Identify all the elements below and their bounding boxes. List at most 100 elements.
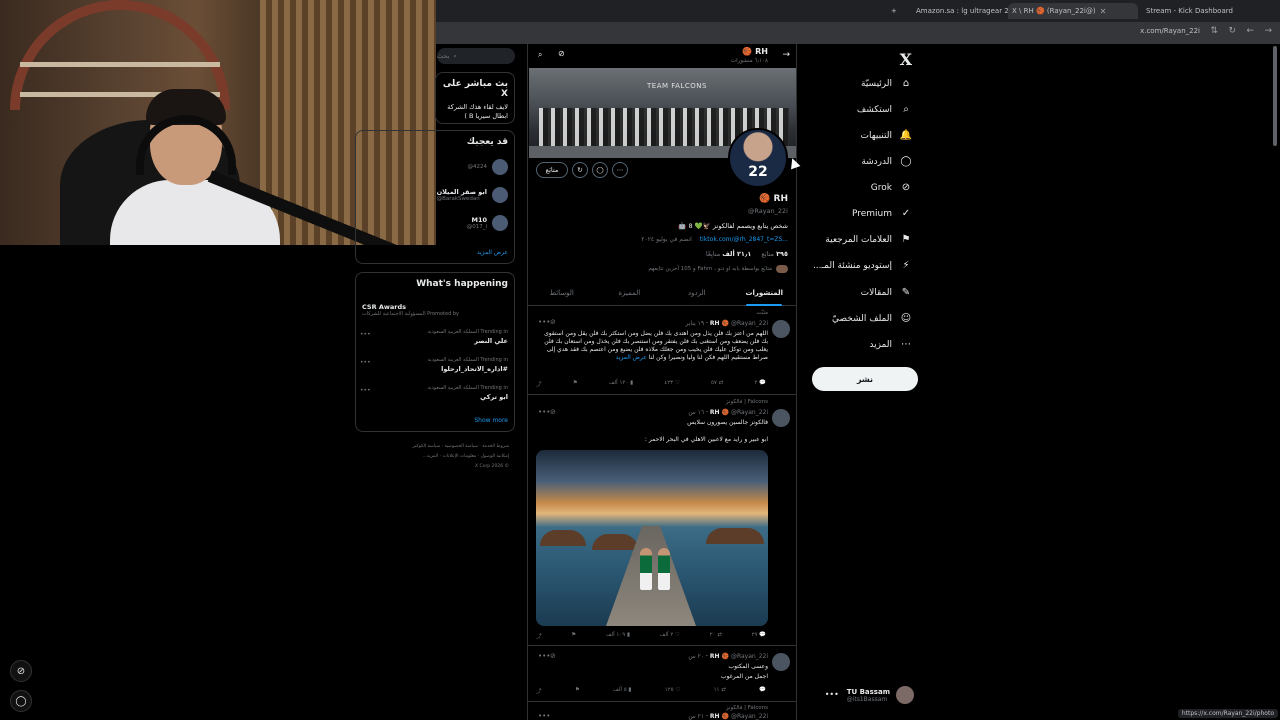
tab-highlights[interactable]: المميزة	[596, 284, 664, 305]
new-tab-button[interactable]: +	[891, 3, 897, 19]
footer-link[interactable]: شروط الخدمة	[482, 444, 509, 449]
scrollbar[interactable]	[1273, 46, 1277, 146]
x-logo-icon[interactable]: X	[900, 50, 912, 69]
following-stat[interactable]: ٣٩٥ متابَع	[761, 250, 788, 258]
repost-button[interactable]: ⇄ ٢٠	[710, 632, 722, 640]
reload-icon[interactable]: ↻	[1228, 26, 1236, 36]
post-button[interactable]: نشر	[812, 367, 918, 391]
avatar[interactable]	[772, 320, 790, 338]
tweet-time[interactable]: ٢١ س	[688, 713, 704, 720]
nav-more[interactable]: ⋯ المزيد	[869, 339, 912, 350]
search-icon[interactable]: ⌕	[538, 50, 542, 60]
nav-profile[interactable]: ☺ الملف الشخصيّ	[832, 313, 912, 324]
reply-button[interactable]: 💬	[759, 687, 766, 695]
back-arrow-icon[interactable]: ←	[1246, 26, 1254, 36]
promoted-trend[interactable]: CSR Awards المسؤولية الاجتماعية للشركات …	[362, 301, 510, 317]
message-icon[interactable]: ◯	[592, 162, 608, 178]
reply-button[interactable]: 💬 ٢٩	[751, 632, 766, 640]
close-tab-icon[interactable]: ✕	[1100, 7, 1107, 16]
grok-icon[interactable]: ⊘	[550, 652, 556, 660]
grok-icon[interactable]: ⊘	[10, 660, 32, 682]
avatar[interactable]	[772, 409, 790, 427]
bookmark-icon[interactable]: ⚑	[575, 687, 580, 695]
trend-item[interactable]: Trending in المملكة العربية السعودية #اد…	[360, 357, 508, 373]
tweet-author-name[interactable]: RH 🏀	[710, 320, 729, 327]
browser-tab-amazon[interactable]: Amazon.sa : lg ultragear 27	[916, 3, 1013, 19]
reply-button[interactable]: 💬 ٢	[754, 380, 766, 388]
trend-item[interactable]: Trending in المملكة العربية السعودية ابو…	[360, 385, 508, 401]
nav-grok[interactable]: ⊘ Grok	[871, 182, 912, 193]
like-button[interactable]: ♡ ١٢٥	[665, 687, 681, 695]
search-input[interactable]: ⌕ بحث	[437, 48, 515, 64]
repost-button[interactable]: ⇄ ١١	[714, 687, 726, 695]
more-options-icon[interactable]: ⋯	[612, 162, 628, 178]
who-show-more-link[interactable]: عرض المزيد	[477, 249, 508, 256]
address-bar[interactable]: x.com/Rayan_22i ⇅ ↻ ← →	[436, 22, 1280, 44]
suggested-user[interactable]: @4224	[468, 159, 508, 175]
back-arrow-icon[interactable]: →	[782, 50, 790, 60]
footer-link[interactable]: سياسة الخصوصية	[445, 444, 478, 449]
suggested-user[interactable]: ابو صقر الميلان @BarakSwedan	[437, 187, 508, 203]
nav-chat[interactable]: ◯ الدردشة	[861, 156, 912, 167]
live-on-x-card[interactable]: بث مباشر على X لايف لقاء هذك الشركة ابطا…	[435, 72, 515, 124]
nav-premium[interactable]: ✓ Premium	[852, 208, 912, 219]
grok-icon[interactable]: ⊘	[558, 49, 565, 58]
more-dots-icon[interactable]: •••	[538, 712, 550, 720]
tweet[interactable]: Falcons | فالكونز RH 🏀 @Rayan_22i · ٢١ س…	[528, 703, 796, 720]
whats-happening-show-more[interactable]: Show more	[474, 417, 508, 424]
suggested-user[interactable]: M10 @017_l	[467, 215, 508, 231]
tweet-image[interactable]	[536, 450, 768, 626]
followed-by[interactable]: متابَع بواسطة بابه او دنو ، Fahm و 105 آ…	[648, 265, 788, 273]
nav-explore[interactable]: ⌕ استكشف	[857, 104, 912, 115]
nav-creator-studio[interactable]: ⚡ إستوديو منشئة المـ...	[813, 260, 912, 271]
tweet[interactable]: RH 🏀 @Rayan_22i · ٢٠ س ••• ⊘ وعسى المكتو…	[528, 647, 796, 702]
tab-posts[interactable]: المنشورات	[731, 284, 797, 305]
followers-stat[interactable]: ٢١٫١ ألف متابِعًا	[706, 250, 751, 258]
footer-link[interactable]: معلومات الإعلانات	[442, 454, 476, 459]
notify-icon[interactable]: ↻	[572, 162, 588, 178]
tweet[interactable]: Falcons | فالكونز RH 🏀 @Rayan_22i · ١٦ س…	[528, 396, 796, 646]
more-dots-icon[interactable]: •••	[360, 331, 371, 338]
tab-replies[interactable]: الردود	[663, 284, 731, 305]
grok-icon[interactable]: ⊘	[550, 318, 556, 326]
grok-icon[interactable]: ⊘	[550, 408, 556, 416]
views-button[interactable]: ▮ ١٠٩ آلف	[606, 632, 630, 640]
nav-notifications[interactable]: 🔔 التنبيهات	[861, 130, 912, 141]
nav-articles[interactable]: ✎ المقالات	[861, 287, 912, 298]
share-icon[interactable]: ⤴	[536, 687, 542, 695]
show-more-link[interactable]: عرض المزيد	[616, 354, 647, 361]
tweet[interactable]: مثبّت RH 🏀 @Rayan_22i · ١٩ يناير ••• ⊘ ا…	[528, 307, 796, 395]
nav-home[interactable]: ⌂ الرئيسيّة	[861, 78, 912, 89]
profile-link[interactable]: tiktok.com/@rh_2847_t=ZS...	[700, 236, 788, 243]
footer-link[interactable]: إمكانية الوصول	[481, 454, 509, 459]
tweet-time[interactable]: ١٩ يناير	[685, 320, 704, 327]
forward-arrow-icon[interactable]: →	[1264, 26, 1272, 36]
account-switcher[interactable]: TU Bassam @its1Bassam •••	[825, 686, 914, 704]
more-dots-icon[interactable]: •••	[538, 652, 550, 660]
tweet-time[interactable]: ٢٠ س	[688, 653, 704, 660]
footer-link[interactable]: المزيد...	[423, 454, 439, 459]
bookmark-icon[interactable]: ⚑	[573, 380, 578, 388]
trend-item[interactable]: Trending in المملكة العربية السعودية علي…	[360, 329, 508, 345]
like-button[interactable]: ♡ ٤٢٣	[664, 380, 680, 388]
more-dots-icon[interactable]: •••	[538, 318, 550, 326]
tweet-author-name[interactable]: RH 🏀	[710, 653, 729, 660]
tweet-time[interactable]: ١٦ س	[688, 409, 704, 416]
repost-button[interactable]: ⇄ ٥٧	[711, 380, 723, 388]
tweet-author-name[interactable]: RH 🏀	[710, 409, 729, 416]
bookmark-icon[interactable]: ⚑	[571, 632, 576, 640]
browser-tab-x-profile[interactable]: X \ RH 🏀 (Rayan_22i@) ✕	[1008, 3, 1138, 19]
following-button[interactable]: متابَع	[536, 162, 568, 178]
more-dots-icon[interactable]: •••	[360, 359, 371, 366]
like-button[interactable]: ♡ ٢ آلف	[660, 632, 680, 640]
tab-media[interactable]: الوسائط	[528, 284, 596, 305]
profile-avatar[interactable]: 22	[728, 128, 788, 188]
tweet-author-name[interactable]: RH 🏀	[710, 713, 729, 720]
footer-link[interactable]: سياسة الكوكيز	[413, 444, 441, 449]
more-dots-icon[interactable]: •••	[360, 387, 371, 394]
browser-tab-kick[interactable]: Stream - Kick Dashboard	[1146, 3, 1233, 19]
avatar[interactable]	[772, 653, 790, 671]
more-dots-icon[interactable]: •••	[825, 690, 839, 699]
more-dots-icon[interactable]: •••	[538, 408, 550, 416]
views-button[interactable]: ▮ ٥ آلف	[613, 687, 631, 695]
